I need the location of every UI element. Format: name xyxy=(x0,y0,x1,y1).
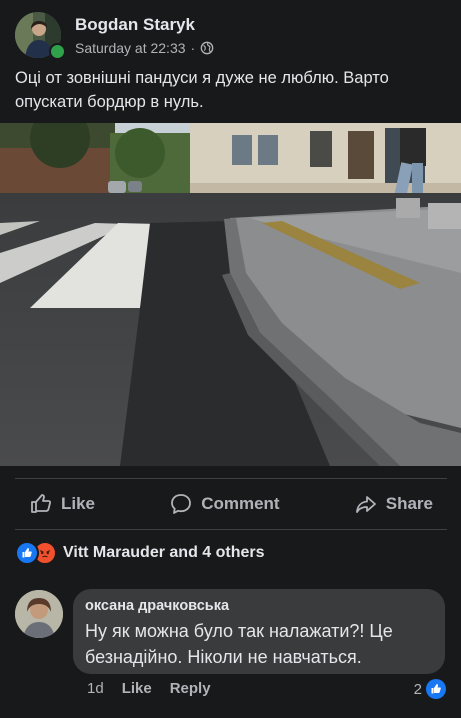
comment-author[interactable]: оксана драчковська xyxy=(85,598,433,614)
post-photo[interactable] xyxy=(0,123,461,466)
comment-like-reaction-icon xyxy=(426,679,446,699)
post-timestamp[interactable]: Saturday at 22:33 xyxy=(75,40,186,56)
comment-age[interactable]: 1d xyxy=(87,680,104,697)
globe-icon[interactable] xyxy=(200,41,214,55)
like-button[interactable]: Like xyxy=(15,492,109,516)
post-meta: Saturday at 22:33 · xyxy=(75,40,214,56)
comment-text: Ну як можна було так налажати?! Це безна… xyxy=(85,621,393,667)
like-reaction-icon xyxy=(15,541,39,565)
comment-reply-button[interactable]: Reply xyxy=(170,680,211,697)
thumbs-up-icon xyxy=(31,494,51,513)
post-actions-bar: Like Comment Share xyxy=(15,478,447,530)
comment-reaction-count: 2 xyxy=(413,680,422,698)
commenter-avatar[interactable] xyxy=(15,590,63,638)
share-label: Share xyxy=(385,494,433,513)
reactions-summary[interactable]: Vitt Marauder and 4 others xyxy=(15,541,265,565)
share-button[interactable]: Share xyxy=(340,492,447,516)
share-icon xyxy=(355,496,376,513)
comment-label: Comment xyxy=(201,494,280,513)
post-header: Bogdan Staryk Saturday at 22:33 · xyxy=(0,0,461,62)
online-status-dot xyxy=(49,43,66,60)
commenter-avatar-image xyxy=(15,590,63,638)
post-author-name[interactable]: Bogdan Staryk xyxy=(75,15,195,35)
post-text: Оці от зовнішні пандуси я дуже не люблю.… xyxy=(15,69,389,111)
comment-icon xyxy=(171,494,192,514)
street-photo xyxy=(0,123,461,466)
comment-button[interactable]: Comment xyxy=(155,492,293,516)
reactors-text[interactable]: Vitt Marauder and 4 others xyxy=(63,544,265,562)
meta-separator: · xyxy=(190,40,196,56)
comment-meta: 1d Like Reply xyxy=(87,680,211,697)
like-label: Like xyxy=(61,494,96,513)
comment-bubble: оксана драчковська Ну як можна було так … xyxy=(73,589,445,674)
comment-reactions[interactable]: 2 xyxy=(414,679,446,699)
comment-like-button[interactable]: Like xyxy=(122,680,152,697)
